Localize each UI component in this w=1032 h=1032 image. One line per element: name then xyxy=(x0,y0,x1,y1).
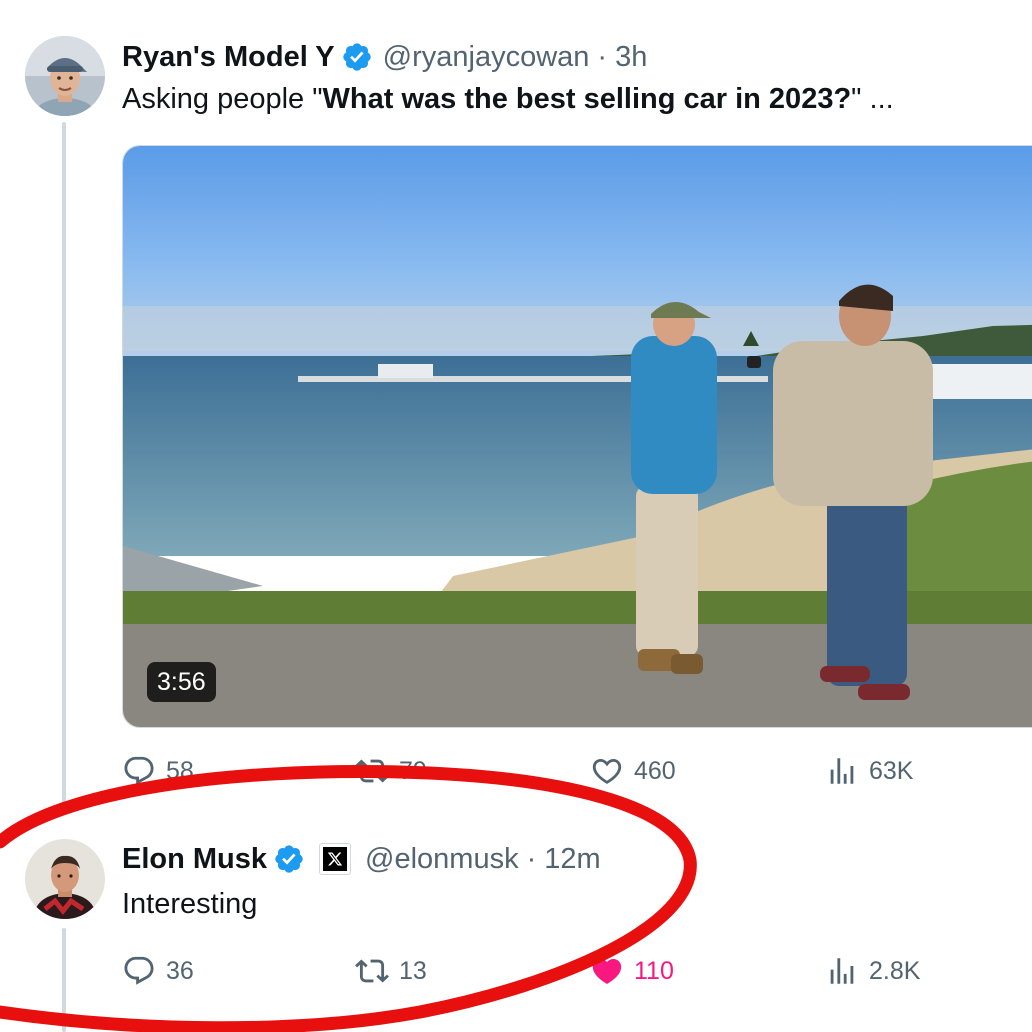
like-icon xyxy=(592,958,622,984)
retweet-button[interactable]: 13 xyxy=(355,954,427,988)
timestamp[interactable]: 3h xyxy=(615,41,647,74)
retweet-icon xyxy=(355,759,389,783)
reply-icon xyxy=(124,756,154,785)
reply-button[interactable]: 58 xyxy=(122,754,194,788)
display-name[interactable]: Ryan's Model Y xyxy=(122,41,335,74)
views-icon xyxy=(830,958,854,984)
retweet-count: 79 xyxy=(399,756,427,785)
like-button[interactable]: 460 xyxy=(590,754,676,788)
like-icon xyxy=(592,758,622,784)
tweet-text-prefix: Asking people " xyxy=(122,83,323,115)
like-button[interactable]: 110 xyxy=(590,954,674,988)
avatar-ryan[interactable] xyxy=(25,36,105,116)
tweet1-text: Asking people "What was the best selling… xyxy=(122,83,894,116)
separator: · xyxy=(526,842,537,875)
timestamp[interactable]: 12m xyxy=(544,843,600,876)
thread-line-bottom xyxy=(62,928,66,1032)
retweet-icon xyxy=(355,959,389,983)
display-name[interactable]: Elon Musk xyxy=(122,843,267,876)
reply-button[interactable]: 36 xyxy=(122,954,194,988)
views-icon xyxy=(830,758,854,784)
tweet-text-bold: What was the best selling car in 2023? xyxy=(322,83,852,115)
tweet-text-suffix[interactable]: " ... xyxy=(851,83,894,115)
like-count: 460 xyxy=(634,756,676,785)
tweet2-text: Interesting xyxy=(122,888,258,920)
handle[interactable]: @elonmusk xyxy=(365,843,519,876)
like-count: 110 xyxy=(634,956,674,985)
tweet1-header: Ryan's Model Y @ryanjaycowan · 3h xyxy=(122,38,647,76)
handle[interactable]: @ryanjaycowan xyxy=(383,41,590,74)
thread-line xyxy=(62,122,66,814)
video-duration: 3:56 xyxy=(147,662,216,702)
reply-count: 58 xyxy=(166,756,194,785)
separator: · xyxy=(597,40,608,73)
reply-count: 36 xyxy=(166,956,194,985)
x-logo-icon[interactable] xyxy=(319,843,352,875)
views-count: 2.8K xyxy=(869,956,921,985)
reply-icon xyxy=(124,956,154,985)
verified-badge-icon[interactable] xyxy=(341,41,373,73)
avatar-elon[interactable] xyxy=(25,839,105,919)
views-count: 63K xyxy=(869,756,914,785)
video-thumbnail[interactable] xyxy=(122,145,1032,728)
retweet-button[interactable]: 79 xyxy=(355,754,427,788)
verified-badge-icon[interactable] xyxy=(273,843,305,875)
tweet2-header: Elon Musk @elonmusk · 12m xyxy=(122,840,601,878)
views-button[interactable]: 63K xyxy=(825,754,913,788)
views-button[interactable]: 2.8K xyxy=(825,954,920,988)
retweet-count: 13 xyxy=(399,956,427,985)
